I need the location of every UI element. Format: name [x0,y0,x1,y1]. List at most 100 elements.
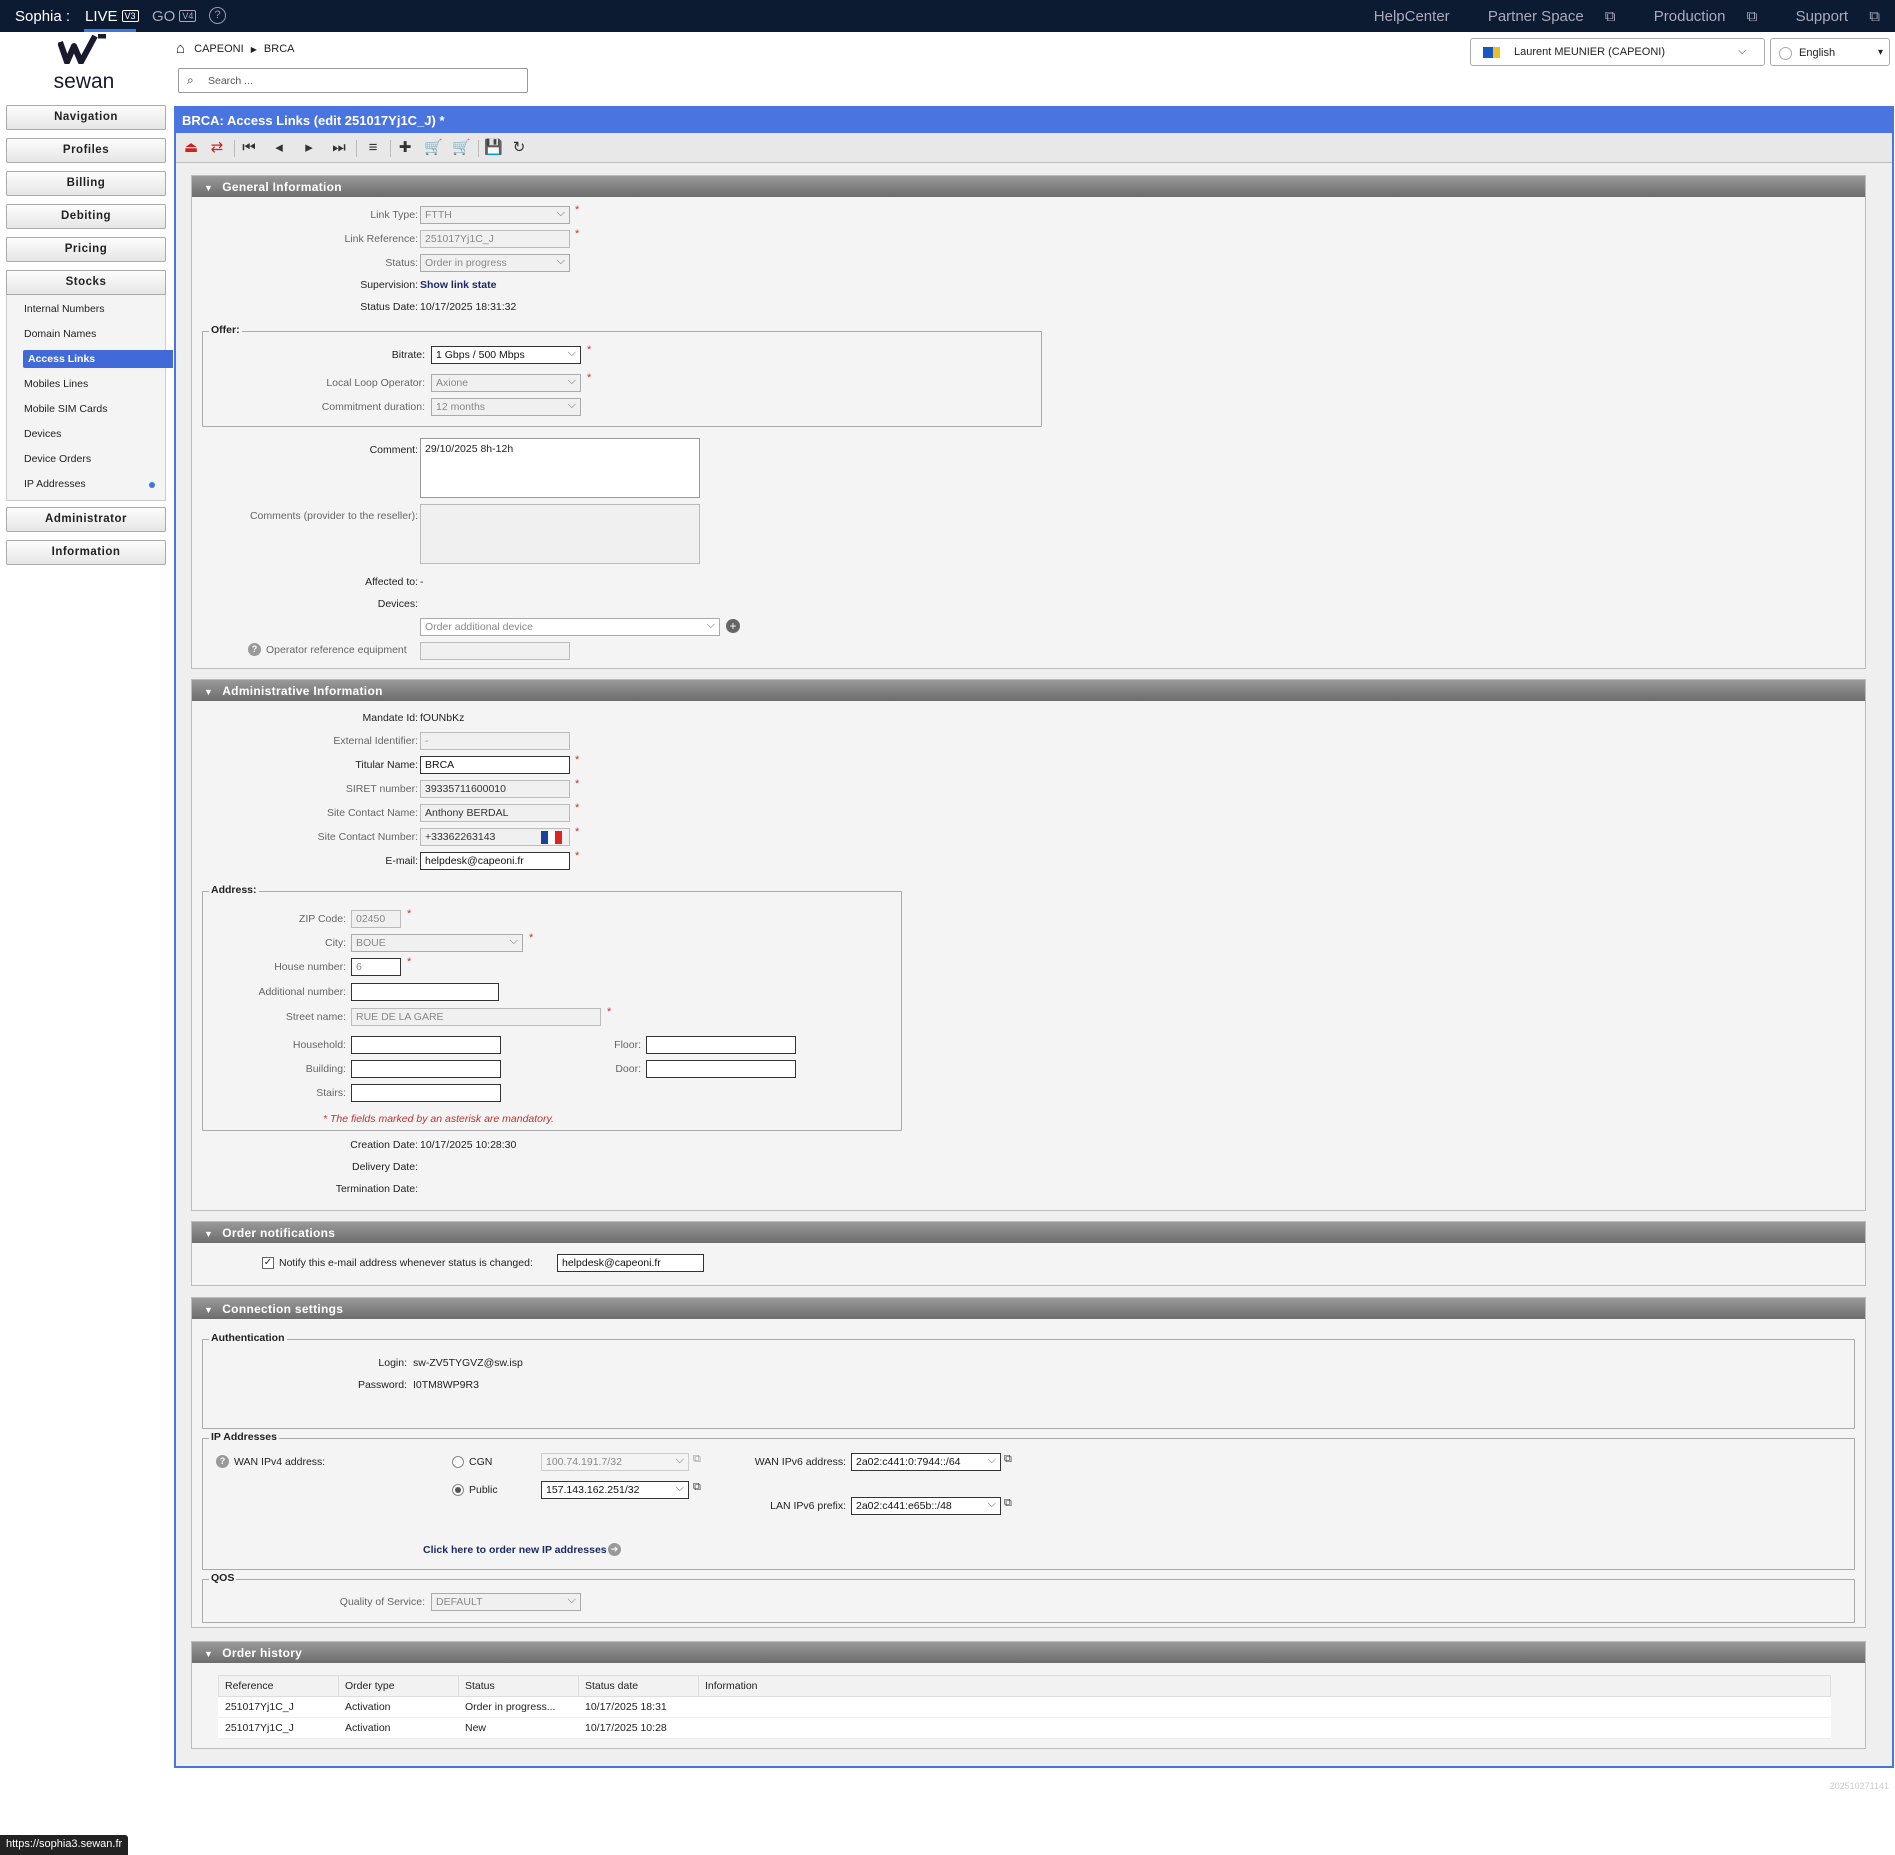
house-number-field[interactable]: 6 [351,958,401,976]
sidebar-information[interactable]: Information [6,540,166,565]
france-flag-icon[interactable] [541,831,562,844]
public-radio[interactable] [452,1484,464,1496]
wan-ipv6-select[interactable]: 2a02:c441:0:7944::/64 [851,1453,1001,1471]
search-input[interactable]: ⌕ Search ... [178,68,528,93]
qos-select[interactable]: DEFAULT [431,1593,581,1611]
order-ip-addresses-link[interactable]: Click here to order new IP addresses [423,1544,607,1556]
street-name-field[interactable]: RUE DE LA GARE [351,1008,601,1026]
floor-field[interactable] [646,1036,796,1054]
administrative-information-header[interactable]: ▼ Administrative Information [192,680,1865,701]
cart-add-icon[interactable]: 🛒 [424,139,443,157]
status-select[interactable]: Order in progress [420,254,570,272]
bitrate-select[interactable]: 1 Gbps / 500 Mbps [431,346,581,364]
public-ip-select[interactable]: 157.143.162.251/32 [541,1481,689,1499]
next-record-icon[interactable]: ▸ [300,139,318,157]
sidebar-item-devices[interactable]: Devices [7,422,165,447]
column-header-order-type[interactable]: Order type [338,1675,459,1697]
show-link-state-link[interactable]: Show link state [420,279,496,291]
order-additional-device-select[interactable]: Order additional device [420,618,720,636]
breadcrumb-item[interactable]: CAPEONI [194,43,244,55]
help-icon[interactable]: ? [209,7,226,24]
list-icon[interactable]: ≡ [364,139,382,157]
sidebar-item-ip-addresses[interactable]: IP Addresses [7,472,165,497]
sidebar-debiting[interactable]: Debiting [6,204,166,229]
cgn-ip-select[interactable]: 100.74.191.7/32 [541,1453,689,1471]
arrow-circle-icon[interactable]: ➔ [608,1543,621,1556]
refresh-icon[interactable]: ↻ [510,139,528,157]
link-type-select[interactable]: FTTH [420,206,570,224]
city-select[interactable]: BOUE [351,934,523,952]
add-icon[interactable]: ✚ [396,139,414,157]
production-link[interactable]: Production ⧉ [1637,8,1758,25]
table-row[interactable]: 251017Yj1C_J Activation New 10/17/2025 1… [218,1717,1831,1739]
terminate-icon[interactable]: ⇄ [208,139,226,157]
save-icon[interactable]: 💾 [484,139,503,157]
column-header-status[interactable]: Status [458,1675,579,1697]
column-header-status-date[interactable]: Status date [578,1675,699,1697]
previous-record-icon[interactable]: ◂ [270,139,288,157]
order-history-header[interactable]: ▼ Order history [192,1642,1865,1663]
helpcenter-link[interactable]: HelpCenter [1374,8,1450,25]
sidebar-item-internal-numbers[interactable]: Internal Numbers [7,297,165,322]
door-field[interactable] [646,1060,796,1078]
sidebar-item-access-links[interactable]: Access Links [23,350,173,368]
go-v4-switch[interactable]: GO V4 [152,8,197,25]
external-identifier-field[interactable]: - [420,732,570,750]
cgn-radio[interactable] [452,1456,464,1468]
household-field[interactable] [351,1036,501,1054]
sidebar-item-mobile-sim-cards[interactable]: Mobile SIM Cards [7,397,165,422]
column-header-reference[interactable]: Reference [218,1675,339,1697]
first-record-icon[interactable]: ⏮ [240,139,258,157]
site-contact-name-field[interactable]: Anthony BERDAL [420,804,570,822]
user-selector[interactable]: Laurent MEUNIER (CAPEONI) ⌵ [1470,38,1765,66]
link-reference-field[interactable]: 251017Yj1C_J [420,230,570,248]
sidebar-item-device-orders[interactable]: Device Orders [7,447,165,472]
partner-space-link[interactable]: Partner Space ⧉ [1471,8,1616,25]
language-label: English [1799,47,1836,59]
live-v3-switch[interactable]: LIVE V3 [85,8,139,25]
connection-settings-header[interactable]: ▼ Connection settings [192,1298,1865,1319]
lan-ipv6-select[interactable]: 2a02:c441:e65b::/48 [851,1497,1001,1515]
copy-icon[interactable]: ⧉ [1004,1453,1012,1466]
email-field[interactable]: helpdesk@capeoni.fr [420,852,570,870]
last-record-icon[interactable]: ⏭ [330,139,348,157]
copy-icon[interactable]: ⧉ [1004,1497,1012,1510]
comments-provider-textarea[interactable] [420,504,700,564]
table-row[interactable]: 251017Yj1C_J Activation Order in progres… [218,1696,1831,1718]
eject-icon[interactable]: ⏏ [182,139,200,157]
support-link[interactable]: Support ⧉ [1779,8,1880,25]
order-notifications-header[interactable]: ▼ Order notifications [192,1222,1865,1243]
help-question-icon[interactable]: ? [248,643,261,656]
sidebar-navigation[interactable]: Navigation [6,105,166,130]
sidebar-billing[interactable]: Billing [6,171,166,196]
building-field[interactable] [351,1060,501,1078]
operator-reference-field[interactable] [420,642,570,660]
sewan-logo[interactable]: sewan [48,34,120,93]
copy-icon[interactable]: ⧉ [693,1481,701,1494]
home-icon[interactable]: ⌂ [176,40,185,57]
cart-remove-icon[interactable]: 🛒 [452,139,471,157]
sidebar-administrator[interactable]: Administrator [6,507,166,532]
additional-number-field[interactable] [351,983,499,1001]
sidebar-pricing[interactable]: Pricing [6,237,166,262]
zip-code-field[interactable]: 02450 [351,910,401,928]
general-information-header[interactable]: ▼ General Information [192,176,1865,197]
language-selector[interactable]: English ▾ [1770,38,1890,66]
sidebar-item-mobiles-lines[interactable]: Mobiles Lines [7,372,165,397]
column-header-information[interactable]: Information [698,1675,1831,1697]
breadcrumb-item[interactable]: BRCA [264,43,295,55]
sidebar-stocks[interactable]: Stocks [6,270,166,295]
commitment-duration-select[interactable]: 12 months [431,398,581,416]
add-device-icon[interactable]: + [726,619,740,633]
sidebar-profiles[interactable]: Profiles [6,138,166,163]
local-loop-operator-select[interactable]: Axione [431,374,581,392]
stairs-field[interactable] [351,1084,501,1102]
titular-name-field[interactable]: BRCA [420,756,570,774]
notify-email-field[interactable]: helpdesk@capeoni.fr [557,1254,704,1272]
copy-icon[interactable]: ⧉ [693,1453,701,1466]
sidebar-item-domain-names[interactable]: Domain Names [7,322,165,347]
help-question-icon[interactable]: ? [216,1455,229,1468]
comment-textarea[interactable]: 29/10/2025 8h-12h [420,438,700,498]
siret-field[interactable]: 39335711600010 [420,780,570,798]
notify-checkbox[interactable]: ✓ [262,1257,274,1269]
